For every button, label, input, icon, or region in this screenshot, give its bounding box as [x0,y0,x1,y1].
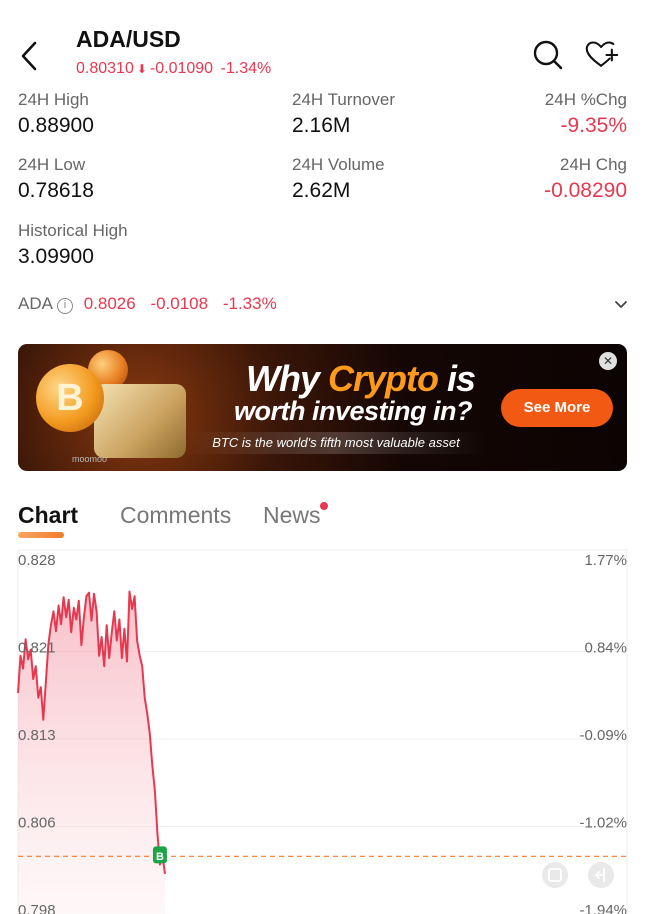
down-arrow-icon: ⬇ [136,62,147,76]
header: ADA/USD 0.80310 ⬇ -0.01090 -1.34% [0,0,645,90]
tab-comments[interactable]: Comments [120,502,231,529]
see-more-button[interactable]: See More [501,389,613,427]
left-axis-tick: 0.813 [18,727,56,744]
stat-24h-turnover: 24H Turnover 2.16M [292,90,395,138]
underlying-symbol: ADA [18,294,53,313]
stat-label: 24H %Chg [544,90,627,109]
search-button[interactable] [531,38,565,72]
stat-label: 24H Turnover [292,90,395,109]
bitcoin-icon: B [36,364,104,432]
right-axis-tick: -1.02% [579,815,627,832]
stat-historical-high: Historical High 3.09900 [18,221,128,269]
price-change-pct: -1.34% [220,60,272,77]
stat-value: 0.78618 [18,179,94,202]
back-button[interactable] [14,38,44,74]
right-axis-tick: 0.84% [584,640,627,657]
tab-news[interactable]: News [263,502,321,529]
stat-label: 24H High [18,90,89,109]
stat-label: 24H Low [18,155,86,174]
tab-active-indicator [18,532,64,538]
underlying-quote-row[interactable]: ADA i 0.8026 -0.0108 -1.33% [18,294,628,318]
right-axis-tick: -1.94% [579,902,627,914]
search-icon [533,40,563,70]
left-axis-tick: 0.828 [18,552,56,569]
price-line: 0.80310 ⬇ -0.01090 -1.34% [76,60,274,78]
banner-caption: BTC is the world's fifth most valuable a… [186,432,486,454]
stat-value: -0.08290 [544,179,627,202]
left-axis-tick: 0.806 [18,815,56,832]
stat-label: Historical High [18,221,128,240]
stat-24h-pct-chg: 24H %Chg -9.35% [545,90,627,138]
stat-value: 0.88900 [18,114,94,137]
last-price: 0.80310 [76,60,134,77]
pair-title: ADA/USD [76,26,181,52]
stat-24h-chg: 24H Chg -0.08290 [544,155,627,203]
promo-banner[interactable]: B moomoo Why Crypto is worth investing i… [18,344,627,471]
stat-value: 3.09900 [18,245,94,268]
chevron-down-icon[interactable] [614,294,628,321]
right-axis-tick: 1.77% [584,552,627,569]
info-icon[interactable]: i [56,298,73,314]
chart-canvas[interactable]: B 0.828 0.821 0.813 0.806 0.798 1.77% 0.84% -0.0… [0,548,645,914]
stat-24h-high: 24H High 0.88900 [18,90,94,138]
price-chart[interactable]: B 0.828 0.821 0.813 0.806 0.798 1.77% 0.84% -0.0… [0,548,645,914]
stat-24h-low: 24H Low 0.78618 [18,155,94,203]
stat-label: 24H Volume [292,155,385,174]
stat-value: -9.35% [560,114,627,137]
left-axis-tick: 0.821 [18,640,56,657]
chevron-left-icon [21,41,37,71]
notification-dot [320,502,328,510]
tab-chart[interactable]: Chart [18,502,78,529]
price-change: -0.01090 [149,60,214,77]
banner-title: Why Crypto is [246,358,476,399]
stat-value: 2.16M [292,114,351,137]
left-axis-tick: 0.798 [18,902,56,914]
right-axis-tick: -0.09% [579,727,627,744]
wallet-icon [94,384,186,458]
stat-label: 24H Chg [559,155,627,174]
close-icon[interactable]: ✕ [599,352,617,370]
stat-24h-volume: 24H Volume 2.62M [292,155,385,203]
banner-subtitle: worth investing in? [234,396,473,426]
underlying-change-pct: -1.33% [222,294,277,313]
stat-value: 2.62M [292,179,351,202]
underlying-change: -0.0108 [150,294,209,313]
heart-add-icon [585,41,619,67]
underlying-price: 0.8026 [83,294,136,313]
fullscreen-icon[interactable] [542,862,568,888]
buy-marker-label: B [156,851,164,863]
brand-logo: moomoo [72,454,108,464]
watchlist-button[interactable] [585,38,619,72]
